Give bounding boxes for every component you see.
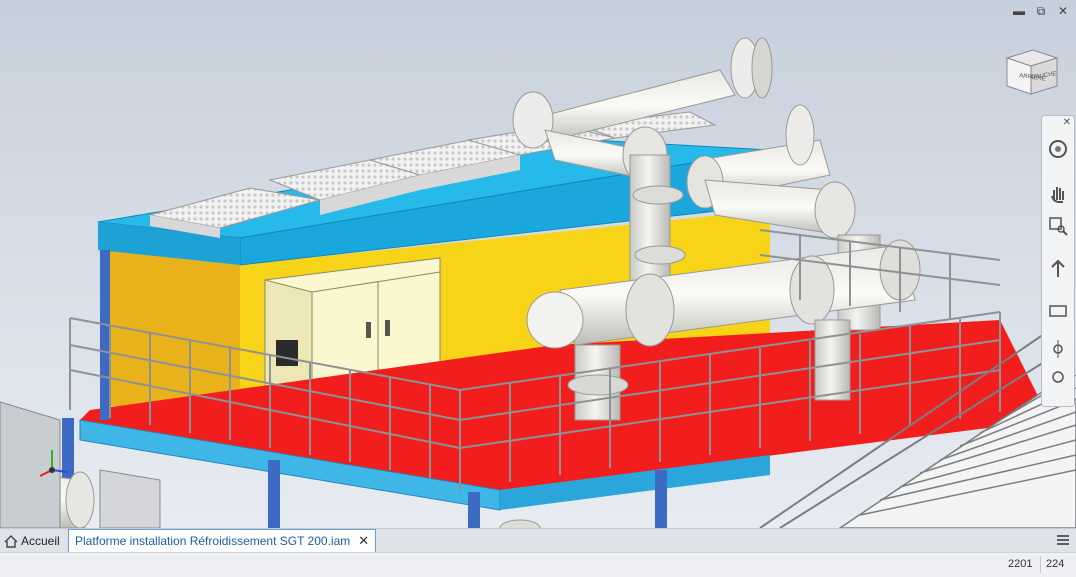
document-tab-close-button[interactable]: ✕ — [358, 533, 369, 549]
constrained-orbit-icon[interactable] — [1046, 366, 1070, 388]
status-separator — [1040, 556, 1041, 573]
status-occurrence-count: 2201 — [1008, 558, 1033, 570]
full-navigation-wheel-icon[interactable] — [1046, 138, 1070, 160]
look-at-icon[interactable] — [1046, 300, 1070, 322]
home-tab[interactable]: Accueil — [4, 532, 60, 550]
assembly-scene[interactable] — [0, 0, 1076, 528]
document-tab[interactable]: Platforme installation Réfroidissement S… — [68, 529, 377, 554]
3d-viewport[interactable]: ▬ ⧉ ✕ ARRIÈRE GAUCHE ✕ — [0, 0, 1076, 528]
document-tab-label: Platforme installation Réfroidissement S… — [75, 534, 351, 548]
document-tab-bar: Accueil Platforme installation Réfroidis… — [0, 528, 1076, 554]
tab-menu-icon[interactable] — [1056, 533, 1070, 547]
home-icon — [4, 534, 18, 548]
pan-icon[interactable] — [1046, 182, 1070, 204]
free-orbit-icon[interactable] — [1046, 338, 1070, 360]
view-cube[interactable]: ARRIÈRE GAUCHE — [1003, 44, 1061, 100]
minimize-icon[interactable]: ▬ — [1012, 4, 1026, 18]
adjacent-structure-2 — [99, 469, 161, 528]
orbit-icon[interactable] — [1046, 258, 1070, 280]
zoom-icon[interactable] — [1046, 214, 1070, 236]
close-icon[interactable]: ✕ — [1056, 4, 1070, 18]
status-bar: 2201 224 — [0, 552, 1076, 577]
restore-icon[interactable]: ⧉ — [1034, 4, 1048, 18]
status-document-count: 224 — [1046, 558, 1065, 570]
navigation-bar: ✕ — [1041, 115, 1075, 407]
home-tab-label: Accueil — [21, 534, 60, 548]
navbar-close-icon[interactable]: ✕ — [1063, 117, 1071, 128]
window-controls: ▬ ⧉ ✕ — [1012, 4, 1070, 18]
